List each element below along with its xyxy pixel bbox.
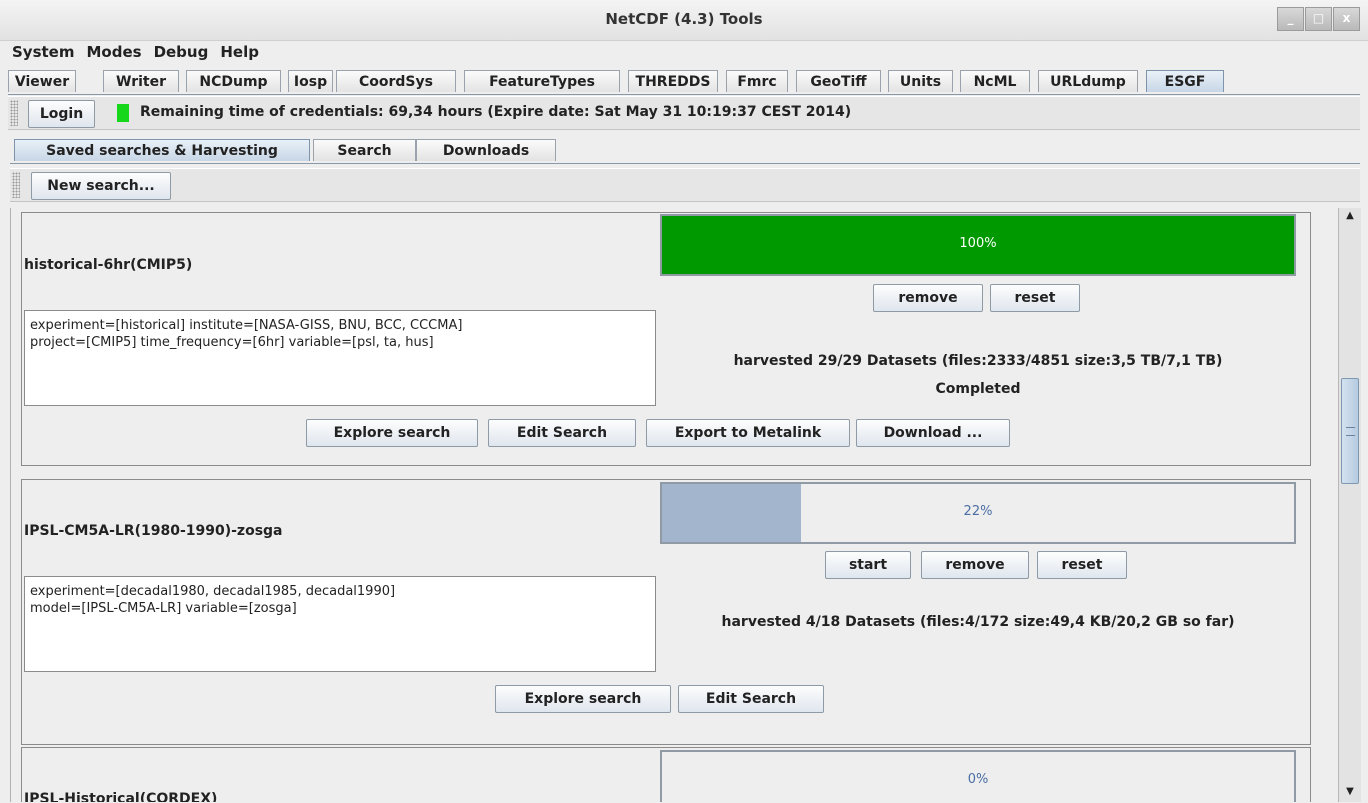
- credential-status-indicator: [117, 104, 129, 122]
- menu-help[interactable]: Help: [214, 40, 265, 61]
- tab-urldump[interactable]: URLdump: [1038, 70, 1138, 92]
- edit-search-button[interactable]: Edit Search: [488, 419, 636, 447]
- tab-units[interactable]: Units: [888, 70, 953, 92]
- search-parameters: experiment=[decadal1980, decadal1985, de…: [24, 576, 656, 672]
- edit-search-button[interactable]: Edit Search: [678, 685, 824, 713]
- menu-debug[interactable]: Debug: [148, 40, 215, 61]
- scrollbar-thumb[interactable]: [1341, 378, 1359, 484]
- title-bar: NetCDF (4.3) Tools _ □ x: [0, 0, 1368, 41]
- start-button[interactable]: start: [825, 551, 911, 579]
- harvest-info: harvested 4/18 Datasets (files:4/172 siz…: [721, 614, 1235, 630]
- maximize-button[interactable]: □: [1305, 7, 1332, 31]
- tab-esgf[interactable]: ESGF: [1146, 70, 1224, 92]
- scroll-down-arrow-icon[interactable]: ▼: [1340, 784, 1360, 800]
- tab-writer[interactable]: Writer: [103, 70, 179, 92]
- export-metalink-button[interactable]: Export to Metalink: [646, 419, 850, 447]
- harvest-progress-bar: 100%: [660, 214, 1296, 276]
- search-title: IPSL-CM5A-LR(1980-1990)-zosga: [24, 523, 283, 539]
- toolbar-grip[interactable]: [10, 100, 18, 126]
- subtab-downloads[interactable]: Downloads: [416, 139, 556, 161]
- credentials-remaining-text: Remaining time of credentials: 69,34 hou…: [140, 104, 852, 120]
- saved-search-panel: historical-6hr(CMIP5) experiment=[histor…: [21, 212, 1311, 466]
- toolbar-grip[interactable]: [12, 172, 20, 198]
- progress-label: 0%: [967, 772, 989, 787]
- login-button[interactable]: Login: [28, 100, 95, 128]
- harvest-progress-bar: 22%: [660, 482, 1296, 544]
- reset-button[interactable]: reset: [1037, 551, 1127, 579]
- esgf-subtabs: Saved searches & Harvesting Search Downl…: [10, 139, 1360, 164]
- tab-iosp[interactable]: Iosp: [288, 70, 333, 92]
- subtab-search[interactable]: Search: [313, 139, 416, 161]
- progress-label: 22%: [963, 504, 993, 519]
- tab-viewer[interactable]: Viewer: [8, 70, 76, 92]
- window-title: NetCDF (4.3) Tools: [605, 10, 763, 28]
- harvest-progress-bar: 0%: [660, 750, 1296, 802]
- menu-bar: System Modes Debug Help: [0, 40, 1368, 64]
- search-parameters: experiment=[historical] institute=[NASA-…: [24, 310, 656, 406]
- tab-ncml[interactable]: NcML: [960, 70, 1030, 92]
- search-toolbar: New search...: [10, 168, 1360, 202]
- harvest-info: harvested 29/29 Datasets (files:2333/485…: [733, 353, 1223, 369]
- explore-search-button[interactable]: Explore search: [306, 419, 478, 447]
- tab-featuretypes[interactable]: FeatureTypes: [464, 70, 620, 92]
- search-title: IPSL-Historical(CORDEX): [24, 791, 218, 802]
- tab-geotiff[interactable]: GeoTiff: [796, 70, 881, 92]
- tab-ncdump[interactable]: NCDump: [186, 70, 281, 92]
- download-button[interactable]: Download ...: [856, 419, 1010, 447]
- tab-fmrc[interactable]: Fmrc: [726, 70, 788, 92]
- main-tabs: Viewer Writer NCDump Iosp CoordSys Featu…: [8, 70, 1360, 95]
- saved-searches-list[interactable]: historical-6hr(CMIP5) experiment=[histor…: [10, 208, 1339, 802]
- saved-search-panel: IPSL-CM5A-LR(1980-1990)-zosga experiment…: [21, 479, 1311, 745]
- thumb-grip-icon: [1346, 427, 1355, 436]
- reset-button[interactable]: reset: [990, 284, 1080, 312]
- minimize-button[interactable]: _: [1277, 7, 1304, 31]
- remove-button[interactable]: remove: [873, 284, 983, 312]
- close-button[interactable]: x: [1333, 7, 1360, 31]
- search-title: historical-6hr(CMIP5): [24, 257, 193, 273]
- subtab-saved-searches[interactable]: Saved searches & Harvesting: [14, 139, 310, 161]
- progress-label: 100%: [959, 236, 997, 251]
- window-controls: _ □ x: [1276, 7, 1360, 31]
- remove-button[interactable]: remove: [921, 551, 1029, 579]
- scroll-up-arrow-icon[interactable]: ▲: [1340, 208, 1360, 224]
- menu-system[interactable]: System: [0, 40, 80, 61]
- new-search-button[interactable]: New search...: [31, 172, 171, 200]
- saved-search-panel: IPSL-Historical(CORDEX) 0%: [21, 747, 1311, 802]
- tab-thredds[interactable]: THREDDS: [628, 70, 718, 92]
- vertical-scrollbar[interactable]: ▲ ▼: [1338, 208, 1361, 802]
- tab-coordsys[interactable]: CoordSys: [336, 70, 456, 92]
- menu-modes[interactable]: Modes: [80, 40, 147, 61]
- harvest-status: Completed: [935, 381, 1021, 397]
- credentials-toolbar: Login Remaining time of credentials: 69,…: [8, 96, 1360, 130]
- explore-search-button[interactable]: Explore search: [495, 685, 671, 713]
